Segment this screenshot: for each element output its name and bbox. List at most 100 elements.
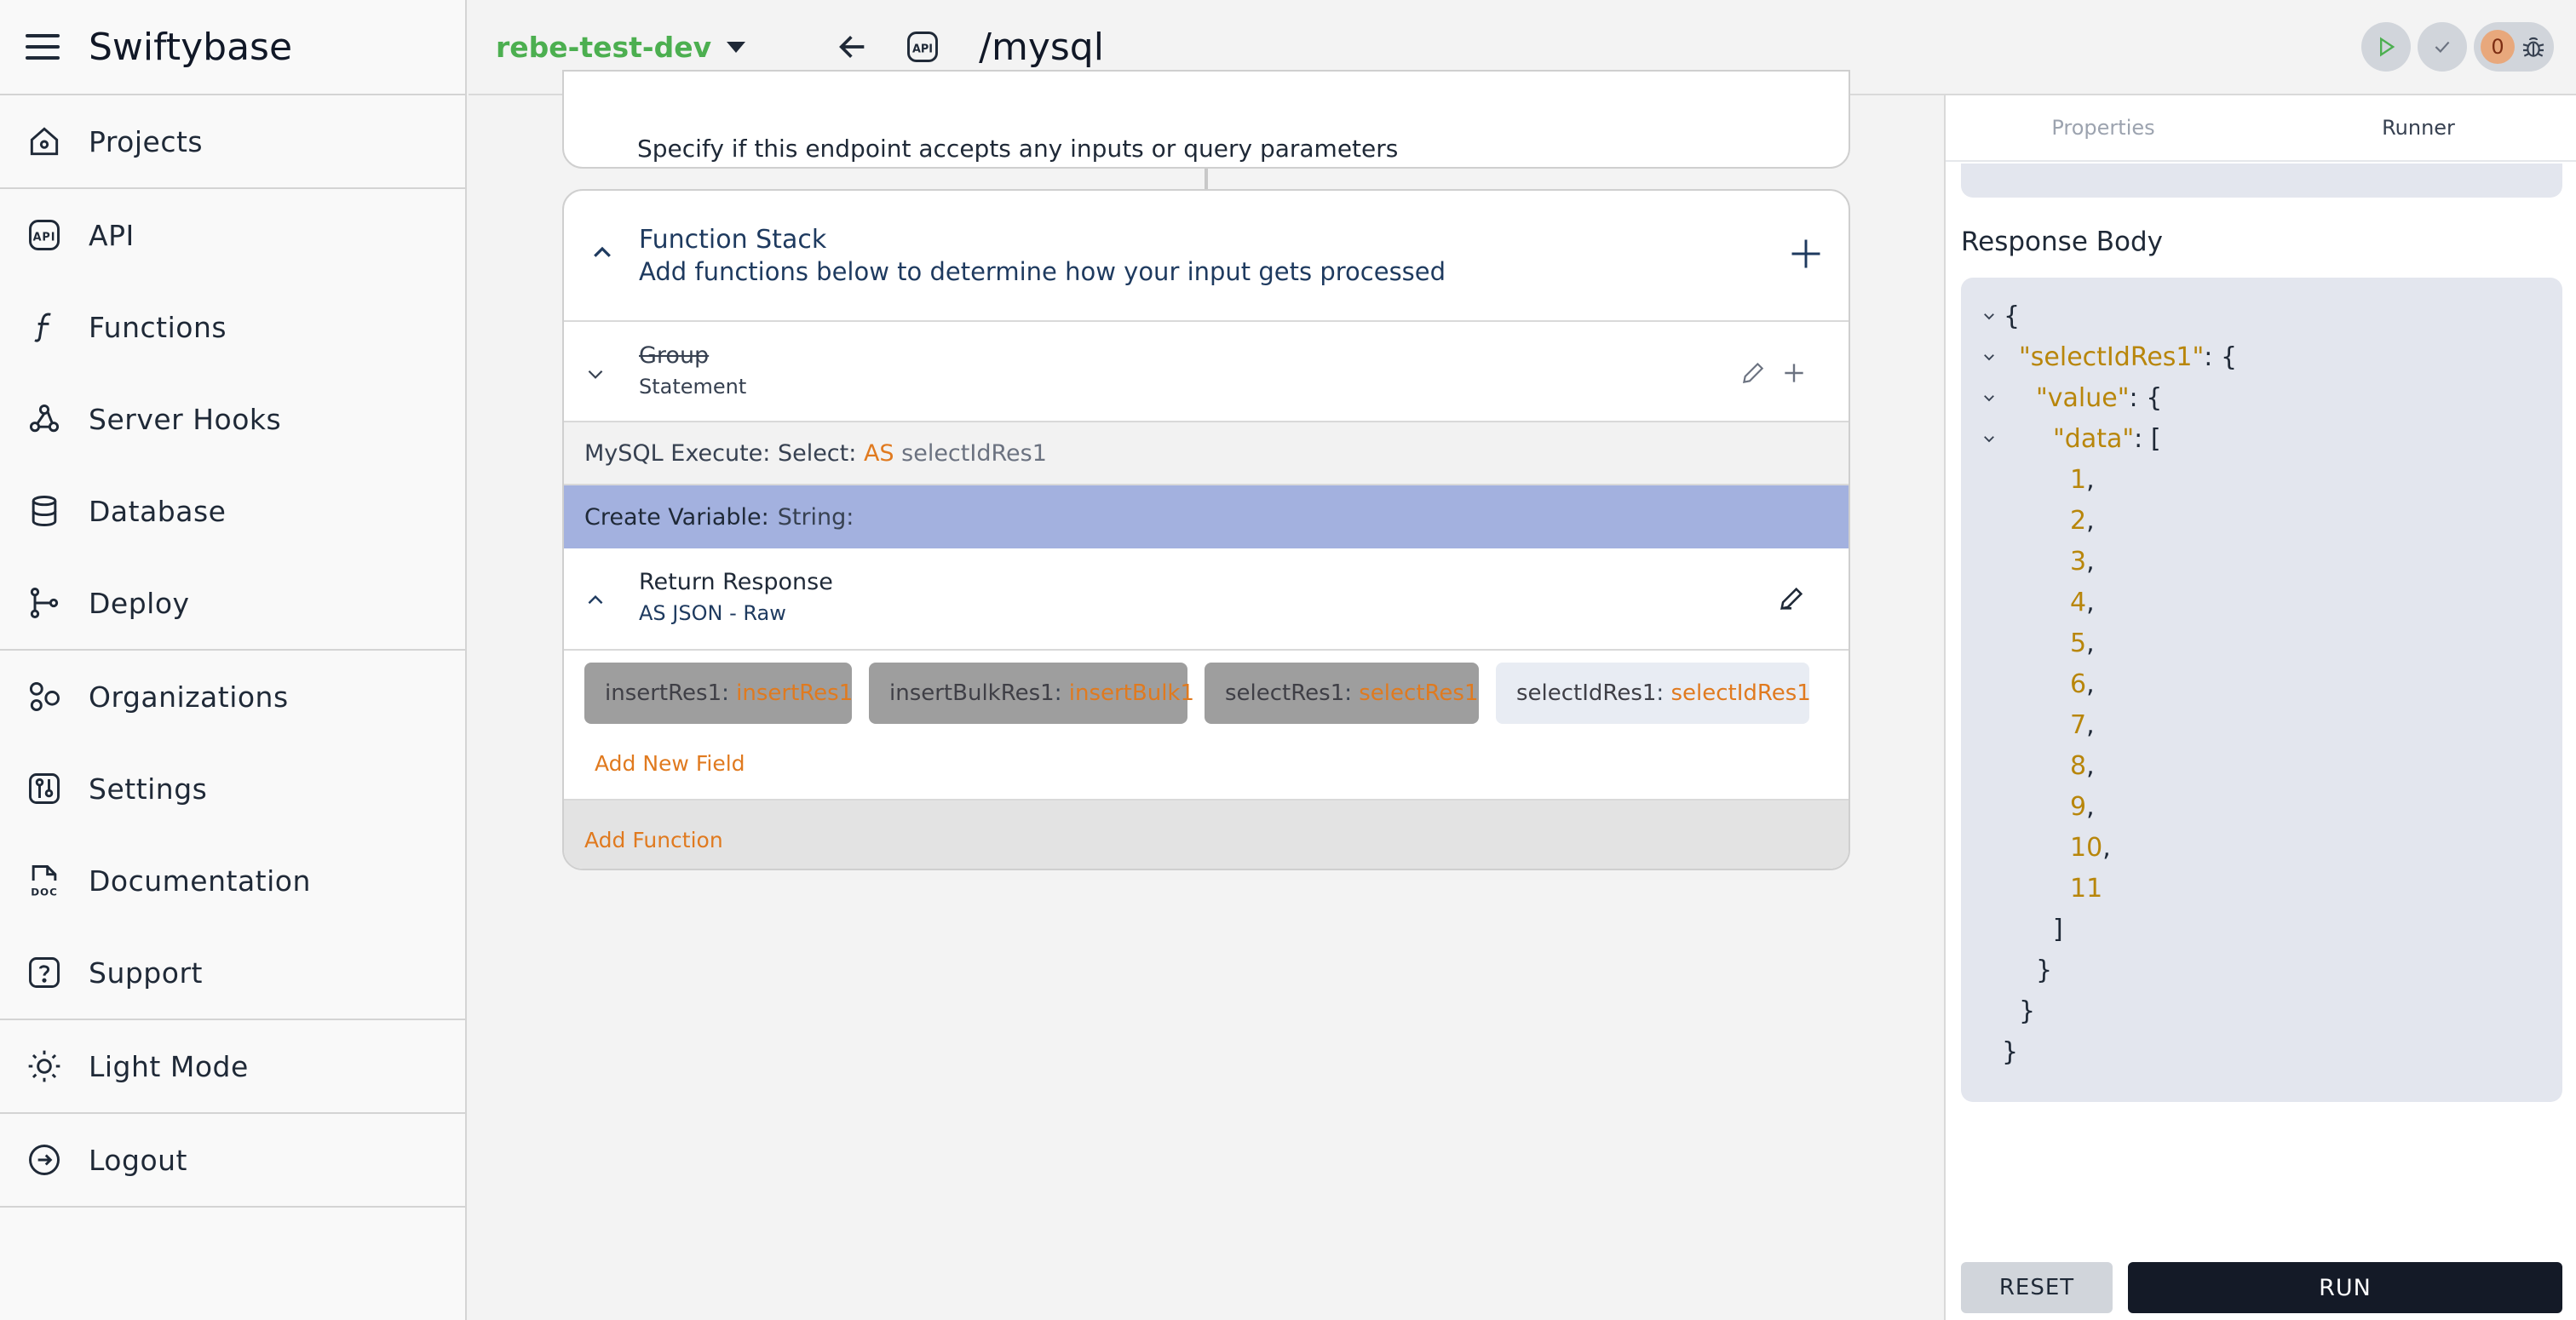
json-array-item: 5, xyxy=(2070,628,2095,658)
chevron-down-icon[interactable] xyxy=(1981,431,1997,446)
hamburger-menu-icon[interactable] xyxy=(26,34,60,60)
json-line: "value": { xyxy=(2036,383,2163,413)
chevron-up-icon[interactable] xyxy=(584,589,607,611)
group-subtitle: Statement xyxy=(639,375,747,399)
create-variable-row[interactable]: Create Variable: String: xyxy=(564,485,1849,548)
chevron-down-icon[interactable] xyxy=(1981,308,1997,324)
add-function-link[interactable]: Add Function xyxy=(564,801,1849,869)
chevron-down-icon[interactable] xyxy=(584,363,607,385)
run-play-button[interactable] xyxy=(2361,22,2411,72)
function-stack-card: Function Stack Add functions below to de… xyxy=(562,189,1850,870)
nav-group-build: API API Functions Server Hooks Database xyxy=(0,189,465,651)
pencil-icon[interactable] xyxy=(1739,359,1767,387)
json-array-item: 10, xyxy=(2070,833,2111,863)
sidebar-item-label: Logout xyxy=(89,1143,187,1177)
sidebar-item-label: Organizations xyxy=(89,680,289,714)
response-field-chip[interactable]: selectIdRes1: selectIdRes1 xyxy=(1496,663,1811,724)
sidebar-item-organizations[interactable]: Organizations xyxy=(0,651,465,743)
runner-panel: Properties Runner Response Body { "selec… xyxy=(1944,95,2576,1320)
back-arrow-icon[interactable] xyxy=(836,30,870,64)
svg-text:DOC: DOC xyxy=(31,886,58,898)
sidebar-item-server-hooks[interactable]: Server Hooks xyxy=(0,373,465,465)
function-stack-header: Function Stack Add functions below to de… xyxy=(564,191,1849,322)
sidebar-item-label: API xyxy=(89,218,135,252)
git-branch-icon xyxy=(26,584,63,622)
sidebar-item-projects[interactable]: Projects xyxy=(0,95,465,187)
json-close-brace: } xyxy=(2036,956,2053,985)
sidebar-item-label: Light Mode xyxy=(89,1049,249,1083)
sidebar-item-deploy[interactable]: Deploy xyxy=(0,557,465,649)
check-icon xyxy=(2435,41,2450,53)
environment-selector[interactable]: rebe-test-dev xyxy=(496,30,746,64)
add-function-label: Add Function xyxy=(584,827,723,852)
response-field-chip[interactable]: selectRes1: selectRes1 xyxy=(1205,663,1479,724)
plus-icon[interactable] xyxy=(1787,235,1825,273)
sidebar-item-label: Functions xyxy=(89,310,227,344)
nav-group-theme: Light Mode xyxy=(0,1020,465,1114)
check-button[interactable] xyxy=(2418,22,2467,72)
home-icon xyxy=(26,123,63,160)
error-count-badge: 0 xyxy=(2481,30,2515,64)
sidebar-item-label: Projects xyxy=(89,124,204,158)
sidebar-item-settings[interactable]: Settings xyxy=(0,743,465,835)
doc-icon: DOC xyxy=(26,862,63,899)
plus-icon[interactable] xyxy=(1780,359,1808,387)
database-icon xyxy=(26,492,63,530)
sidebar-item-api[interactable]: API API xyxy=(0,189,465,281)
tab-runner[interactable]: Runner xyxy=(2261,95,2576,160)
json-array-item: 4, xyxy=(2070,588,2095,617)
inputs-card[interactable]: Specify if this endpoint accepts any inp… xyxy=(562,70,1850,169)
sidebar-item-functions[interactable]: Functions xyxy=(0,281,465,373)
response-json-viewer[interactable]: { "selectIdRes1": { "value": { "data": [… xyxy=(1961,278,2562,1102)
chevron-down-icon[interactable] xyxy=(1981,349,1997,364)
return-response-row[interactable]: Return Response AS JSON - Raw xyxy=(564,548,1849,651)
api-icon: API xyxy=(26,216,63,254)
webhook-icon xyxy=(26,400,63,438)
nav-group-projects: Projects xyxy=(0,95,465,189)
tab-properties[interactable]: Properties xyxy=(1946,95,2261,160)
chevron-up-icon[interactable] xyxy=(589,240,615,266)
sidebar-item-support[interactable]: Support xyxy=(0,927,465,1019)
json-array-item: 1, xyxy=(2070,465,2095,495)
environment-name: rebe-test-dev xyxy=(496,30,712,64)
sidebar-item-documentation[interactable]: DOC Documentation xyxy=(0,835,465,927)
response-fields: insertRes1: insertRes1 insertBulkRes1: i… xyxy=(564,651,1849,801)
function-icon xyxy=(26,308,63,346)
json-close-brace: } xyxy=(2019,996,2036,1026)
json-close-bracket: ] xyxy=(2053,915,2063,944)
json-array-item: 3, xyxy=(2070,547,2095,577)
group-title: Group xyxy=(639,342,710,369)
bug-icon xyxy=(2522,37,2544,57)
debug-button[interactable]: 0 xyxy=(2474,22,2554,72)
panel-tabs: Properties Runner xyxy=(1946,95,2576,162)
response-field-chip[interactable]: insertRes1: insertRes1 xyxy=(584,663,853,724)
top-actions: 0 xyxy=(2355,22,2554,72)
api-icon: API xyxy=(907,32,939,62)
sidebar-item-label: Documentation xyxy=(89,864,311,898)
sun-icon xyxy=(26,1047,63,1085)
json-line: "selectIdRes1": { xyxy=(2019,342,2238,372)
as-keyword: AS xyxy=(863,439,894,467)
brand-header: Swiftybase xyxy=(0,0,465,95)
reset-button[interactable]: RESET xyxy=(1961,1262,2113,1313)
sidebar-item-label: Server Hooks xyxy=(89,402,282,436)
add-new-field-link[interactable]: Add New Field xyxy=(595,751,745,776)
mysql-result-var: selectIdRes1 xyxy=(901,439,1047,467)
mysql-execute-row[interactable]: MySQL Execute: Select: AS selectIdRes1 xyxy=(564,422,1849,485)
svg-text:API: API xyxy=(912,43,933,55)
sidebar-item-label: Support xyxy=(89,956,203,990)
json-array-item: 11 xyxy=(2070,874,2103,904)
sidebar-item-light-mode[interactable]: Light Mode xyxy=(0,1020,465,1112)
group-statement-row[interactable]: Group Statement xyxy=(564,322,1849,422)
pencil-icon[interactable] xyxy=(1777,584,1806,613)
run-button[interactable]: RUN xyxy=(2128,1262,2562,1313)
json-close-brace: } xyxy=(2002,1037,2019,1067)
sidebar-item-database[interactable]: Database xyxy=(0,465,465,557)
sidebar-item-label: Settings xyxy=(89,772,208,806)
chevron-down-icon[interactable] xyxy=(1981,390,1997,405)
mysql-execute-label: MySQL Execute: Select: xyxy=(584,439,857,467)
sidebar-item-logout[interactable]: Logout xyxy=(0,1114,465,1206)
play-icon xyxy=(2380,37,2395,57)
json-open-brace: { xyxy=(2004,301,2021,331)
response-field-chip[interactable]: insertBulkRes1: insertBulk1 xyxy=(869,663,1194,724)
